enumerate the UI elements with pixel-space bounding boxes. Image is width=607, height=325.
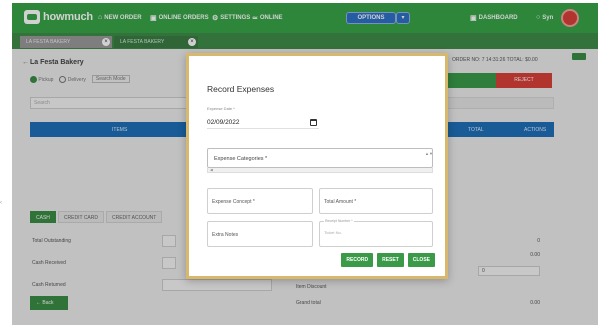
edge-marker: ‹: [0, 200, 2, 206]
dialog-title: Record Expenses: [207, 84, 275, 94]
receipt-number-label: Receipt Number *: [324, 219, 354, 224]
total-amount-label: Total Amount *: [324, 199, 357, 205]
calendar-icon[interactable]: [310, 119, 317, 126]
expense-concept-field[interactable]: Expense Concept *: [207, 188, 313, 214]
receipt-number-placeholder: Ticket No.: [324, 230, 342, 235]
extra-notes-label: Extra Notes: [212, 232, 239, 238]
expense-categories-placeholder: Expense Categories *: [214, 156, 268, 162]
app-window: howmuch ⌂ NEW ORDER ▣ ONLINE ORDERS ⚙ SE…: [12, 3, 598, 325]
expense-concept-label: Expense Concept *: [212, 199, 255, 205]
expense-date-label: Expense Date *: [207, 106, 235, 111]
record-button[interactable]: RECORD: [341, 253, 374, 267]
reset-button[interactable]: RESET: [377, 253, 404, 267]
close-button[interactable]: CLOSE: [407, 253, 435, 267]
expense-date-field[interactable]: 02/09/2022: [207, 117, 319, 129]
scroll-arrows-icon[interactable]: ▲▼: [425, 150, 433, 166]
total-amount-field[interactable]: Total Amount *: [319, 188, 433, 214]
extra-notes-field[interactable]: Extra Notes: [207, 221, 313, 247]
horizontal-scrollbar[interactable]: ◀: [207, 168, 433, 173]
dialog-actions: RECORD RESET CLOSE: [341, 253, 435, 267]
expense-date-value: 02/09/2022: [207, 119, 240, 126]
expense-categories-select[interactable]: Expense Categories * ▲▼: [207, 148, 433, 168]
receipt-number-field[interactable]: Receipt Number * Ticket No.: [319, 219, 433, 247]
record-expenses-dialog: Record Expenses Expense Date * 02/09/202…: [186, 53, 448, 279]
